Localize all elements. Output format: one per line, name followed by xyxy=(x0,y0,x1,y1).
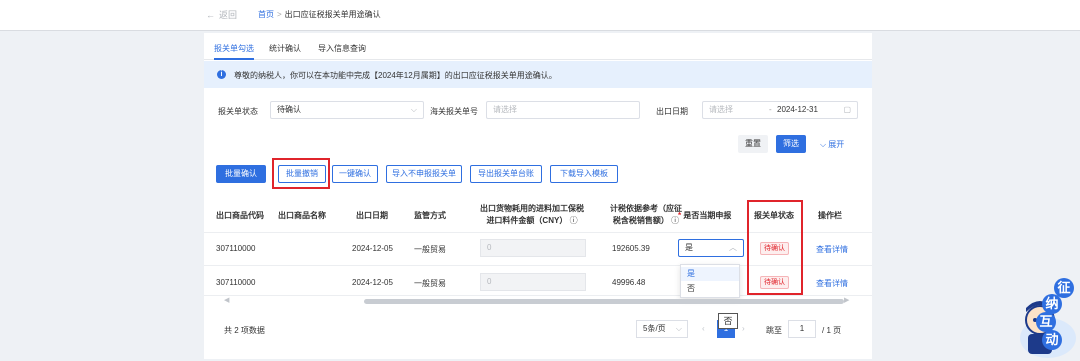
col-header-action: 操作栏 xyxy=(818,211,842,220)
scroll-thumb[interactable] xyxy=(364,299,844,304)
tab-import-query[interactable]: 导入信息查询 xyxy=(318,43,366,54)
status-label: 报关单状态 xyxy=(218,107,258,116)
jump-page-input[interactable]: 1 xyxy=(788,320,816,338)
arrow-left-icon[interactable]: ◀ xyxy=(224,296,229,304)
jump-label: 跳至 xyxy=(766,326,782,335)
cell-code: 307110000 xyxy=(216,244,256,253)
col-header-basis: 计税依据参考（应征 税含税销售额） ⓘ xyxy=(610,204,682,225)
cell-basis: 192605.39 xyxy=(612,244,650,253)
arrow-right-icon[interactable]: ▶ xyxy=(844,296,849,304)
col-header-code: 出口商品代码 xyxy=(216,211,264,220)
cell-supervision: 一般贸易 xyxy=(414,245,446,254)
breadcrumb-home[interactable]: 首页 xyxy=(258,10,274,19)
download-template-button[interactable]: 下载导入模板 xyxy=(550,165,618,183)
date-start-input[interactable]: 请选择 xyxy=(709,105,733,114)
arrow-left-icon: ← xyxy=(206,10,215,20)
col-header-name: 出口商品名称 xyxy=(278,211,326,220)
page-total: / 1 页 xyxy=(822,326,842,335)
import-no-declare-button[interactable]: 导入不申报报关单 xyxy=(386,165,462,183)
option-no[interactable]: 否 xyxy=(681,282,739,296)
view-details-link[interactable]: 查看详情 xyxy=(816,278,848,289)
cell-code: 307110000 xyxy=(216,278,256,287)
horizontal-scrollbar[interactable]: ◀ ▶ xyxy=(204,297,872,305)
date-end-input[interactable]: 2024-12-31 xyxy=(777,102,818,118)
mascot-char: 动 xyxy=(1042,330,1062,350)
help-icon[interactable]: ⓘ xyxy=(570,216,578,225)
mascot-widget[interactable]: 征 纳 互 动 xyxy=(1008,268,1080,359)
cell-date: 2024-12-05 xyxy=(352,244,393,253)
notice-banner: i 尊敬的纳税人，你可以在本功能中完成【2024年12月属期】的出口应征税报关单… xyxy=(204,61,872,88)
expand-link[interactable]: ⌵ 展开 xyxy=(820,139,844,150)
chevron-down-icon: ⌵ xyxy=(410,105,417,114)
col-header-amount: 出口货物耗用的进料加工保税 进口料件金额（CNY） ⓘ xyxy=(480,204,584,225)
divider xyxy=(0,30,1080,31)
highlight-box xyxy=(272,158,330,189)
breadcrumb-current: 出口应征税报关单用途确认 xyxy=(284,10,381,19)
customs-no-input[interactable]: 请选择 xyxy=(486,101,640,119)
search-button[interactable]: 筛选 xyxy=(776,135,806,153)
one-click-confirm-button[interactable]: 一键确认 xyxy=(332,165,378,183)
cell-basis: 49996.48 xyxy=(612,278,646,287)
mascot-char: 纳 xyxy=(1042,294,1062,314)
col-header-declare: * 是否当期申报 xyxy=(678,211,732,220)
highlight-box xyxy=(747,200,803,295)
divider xyxy=(204,295,872,296)
top-bar xyxy=(0,0,1080,30)
cell-supervision: 一般贸易 xyxy=(414,279,446,288)
customs-no-label: 海关报关单号 xyxy=(430,107,478,116)
main-panel: 报关单勾选 统计确认 导入信息查询 i 尊敬的纳税人，你可以在本功能中完成【20… xyxy=(204,33,872,359)
view-details-link[interactable]: 查看详情 xyxy=(816,244,848,255)
tooltip: 否 xyxy=(718,313,738,329)
amount-input: 0 xyxy=(480,239,586,257)
calendar-icon[interactable]: ▢ xyxy=(843,102,851,118)
col-header-supervision: 监管方式 xyxy=(414,211,446,220)
reset-button[interactable]: 重置 xyxy=(738,135,768,153)
export-ledger-button[interactable]: 导出报关单台账 xyxy=(470,165,542,183)
amount-input: 0 xyxy=(480,273,586,291)
tab-divider xyxy=(204,59,872,60)
prev-page-icon[interactable]: ‹ xyxy=(702,324,705,333)
cell-date: 2024-12-05 xyxy=(352,278,393,287)
active-tab-indicator xyxy=(214,58,254,60)
notice-text: 尊敬的纳税人，你可以在本功能中完成【2024年12月属期】的出口应征税报关单用途… xyxy=(234,71,557,80)
declare-select[interactable]: 是 ︿ xyxy=(678,239,744,257)
batch-confirm-button[interactable]: 批量确认 xyxy=(216,165,266,183)
export-date-label: 出口日期 xyxy=(656,107,688,116)
chevron-up-icon: ︿ xyxy=(729,243,737,252)
tab-declaration-select[interactable]: 报关单勾选 xyxy=(214,43,254,54)
page-size-select[interactable]: 5条/页 ⌵ xyxy=(636,320,688,338)
chevron-down-icon: ⌵ xyxy=(675,324,682,333)
status-select[interactable]: 待确认 ⌵ xyxy=(270,101,424,119)
back-link[interactable]: ← 返回 xyxy=(206,8,237,21)
total-count: 共 2 项数据 xyxy=(224,326,265,335)
declare-dropdown: 是 否 xyxy=(680,264,740,298)
col-header-date: 出口日期 xyxy=(356,211,388,220)
breadcrumb: 首页 > 出口应征税报关单用途确认 xyxy=(258,10,381,19)
tab-statistics-confirm[interactable]: 统计确认 xyxy=(269,43,301,54)
mascot-char: 互 xyxy=(1036,312,1056,332)
option-yes[interactable]: 是 xyxy=(681,267,739,281)
export-date-range[interactable]: 请选择 - 2024-12-31 ▢ xyxy=(702,101,858,119)
info-icon: i xyxy=(217,70,226,79)
next-page-icon[interactable]: › xyxy=(742,324,745,333)
